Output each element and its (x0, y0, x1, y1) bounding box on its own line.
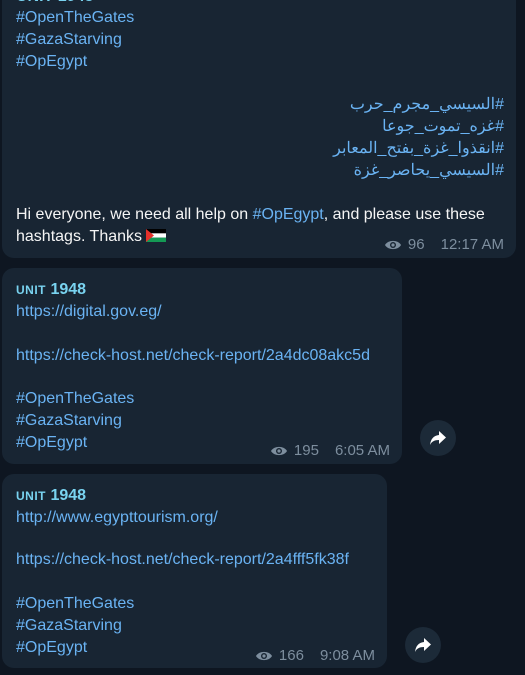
message-bubble-3: UNIT 1948 http://www.egypttourism.org/ h… (2, 474, 387, 668)
hashtag-open-the-gates[interactable]: #OpenTheGates (16, 388, 134, 410)
arabic-hashtag-4[interactable]: #السيسي_يحاصر_غزة (354, 160, 504, 182)
hashtag-op-egypt-inline[interactable]: #OpEgypt (253, 206, 324, 223)
message-text-part: hashtags. Thanks (16, 228, 143, 245)
link-check-host[interactable]: https://check-host.net/check-report/2a4d… (16, 345, 370, 367)
share-arrow-icon (430, 431, 446, 445)
view-count: 166 (278, 647, 304, 664)
hashtag-op-egypt[interactable]: #OpEgypt (16, 637, 87, 659)
sender-name[interactable]: UNIT 1948 (16, 485, 86, 507)
message-meta: 166 9:08 AM (255, 645, 375, 667)
sender-name[interactable]: UNIT 1948 (16, 279, 86, 301)
message-meta: 96 12:17 AM (384, 234, 504, 256)
link-egypt-tourism[interactable]: http://www.egypttourism.org/ (16, 507, 218, 529)
arabic-hashtag-2[interactable]: #غزه_تموت_جوعا (382, 116, 504, 138)
sender-name-prefix: UNIT (16, 283, 46, 297)
arabic-hashtag-3[interactable]: #انقذوا_غزة_بفتح_المعابر (333, 138, 504, 160)
message-text-line-2: hashtags. Thanks (16, 226, 167, 248)
message-text-part: Hi everyone, we need all help on (16, 206, 253, 223)
eye-icon (384, 240, 401, 250)
link-check-host[interactable]: https://check-host.net/check-report/2a4f… (16, 549, 349, 571)
share-button[interactable] (405, 627, 441, 663)
message-text: Hi everyone, we need all help on #OpEgyp… (16, 204, 485, 226)
eye-icon (270, 446, 287, 456)
message-time: 9:08 AM (319, 647, 375, 664)
sender-name-number: 1948 (50, 281, 87, 298)
message-bubble-1: UNIT 1948 #OpenTheGates #GazaStarving #O… (2, 0, 516, 258)
message-bubble-2: UNIT 1948 https://digital.gov.eg/ https:… (2, 268, 402, 464)
hashtag-op-egypt[interactable]: #OpEgypt (16, 432, 87, 454)
palestine-flag-icon (146, 229, 167, 242)
hashtag-gaza-starving[interactable]: #GazaStarving (16, 410, 122, 432)
view-count: 96 (407, 236, 425, 253)
message-text-part: , and please use these (323, 206, 485, 223)
hashtag-open-the-gates[interactable]: #OpenTheGates (16, 593, 134, 615)
hashtag-gaza-starving[interactable]: #GazaStarving (16, 615, 122, 637)
message-meta: 195 6:05 AM (270, 440, 390, 462)
sender-name-number: 1948 (50, 487, 87, 504)
share-arrow-icon (415, 638, 431, 652)
message-time: 12:17 AM (440, 236, 504, 253)
eye-icon (255, 651, 272, 661)
sender-name-prefix: UNIT (16, 489, 46, 503)
share-button[interactable] (420, 420, 456, 456)
hashtag-op-egypt[interactable]: #OpEgypt (16, 51, 87, 73)
arabic-hashtag-1[interactable]: #السيسي_مجرم_حرب (350, 94, 504, 116)
link-digital-gov[interactable]: https://digital.gov.eg/ (16, 301, 162, 323)
hashtag-gaza-starving[interactable]: #GazaStarving (16, 29, 122, 51)
hashtag-open-the-gates[interactable]: #OpenTheGates (16, 7, 134, 29)
message-time: 6:05 AM (334, 442, 390, 459)
view-count: 195 (293, 442, 319, 459)
